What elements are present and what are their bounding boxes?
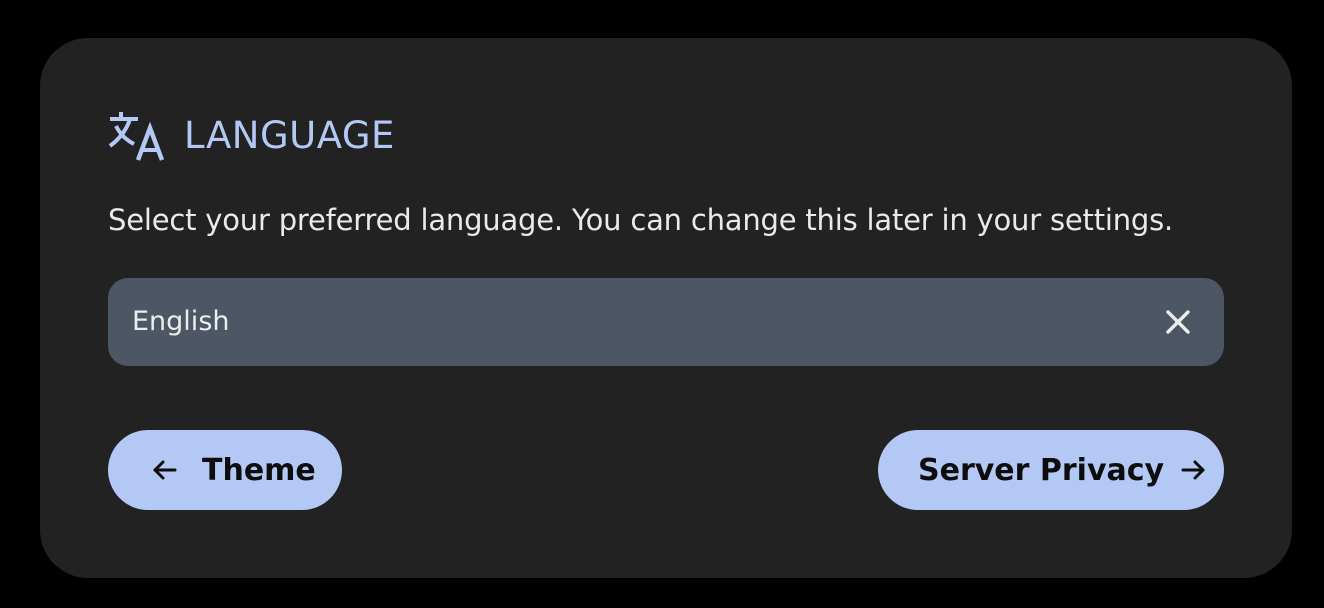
- arrow-right-icon: [1181, 460, 1205, 480]
- back-theme-button[interactable]: Theme: [108, 430, 342, 510]
- language-select[interactable]: English: [108, 278, 1224, 366]
- section-header: LANGUAGE: [108, 110, 395, 162]
- section-description: Select your preferred language. You can …: [108, 203, 1174, 237]
- section-title: LANGUAGE: [184, 114, 395, 157]
- language-card: LANGUAGE Select your preferred language.…: [40, 38, 1292, 578]
- close-icon[interactable]: [1162, 306, 1194, 338]
- translate-icon: [108, 112, 165, 161]
- next-server-privacy-button[interactable]: Server Privacy: [878, 430, 1224, 510]
- back-button-label: Theme: [202, 452, 316, 488]
- arrow-left-icon: [153, 460, 177, 480]
- next-button-label: Server Privacy: [918, 452, 1165, 488]
- selected-language: English: [132, 306, 230, 337]
